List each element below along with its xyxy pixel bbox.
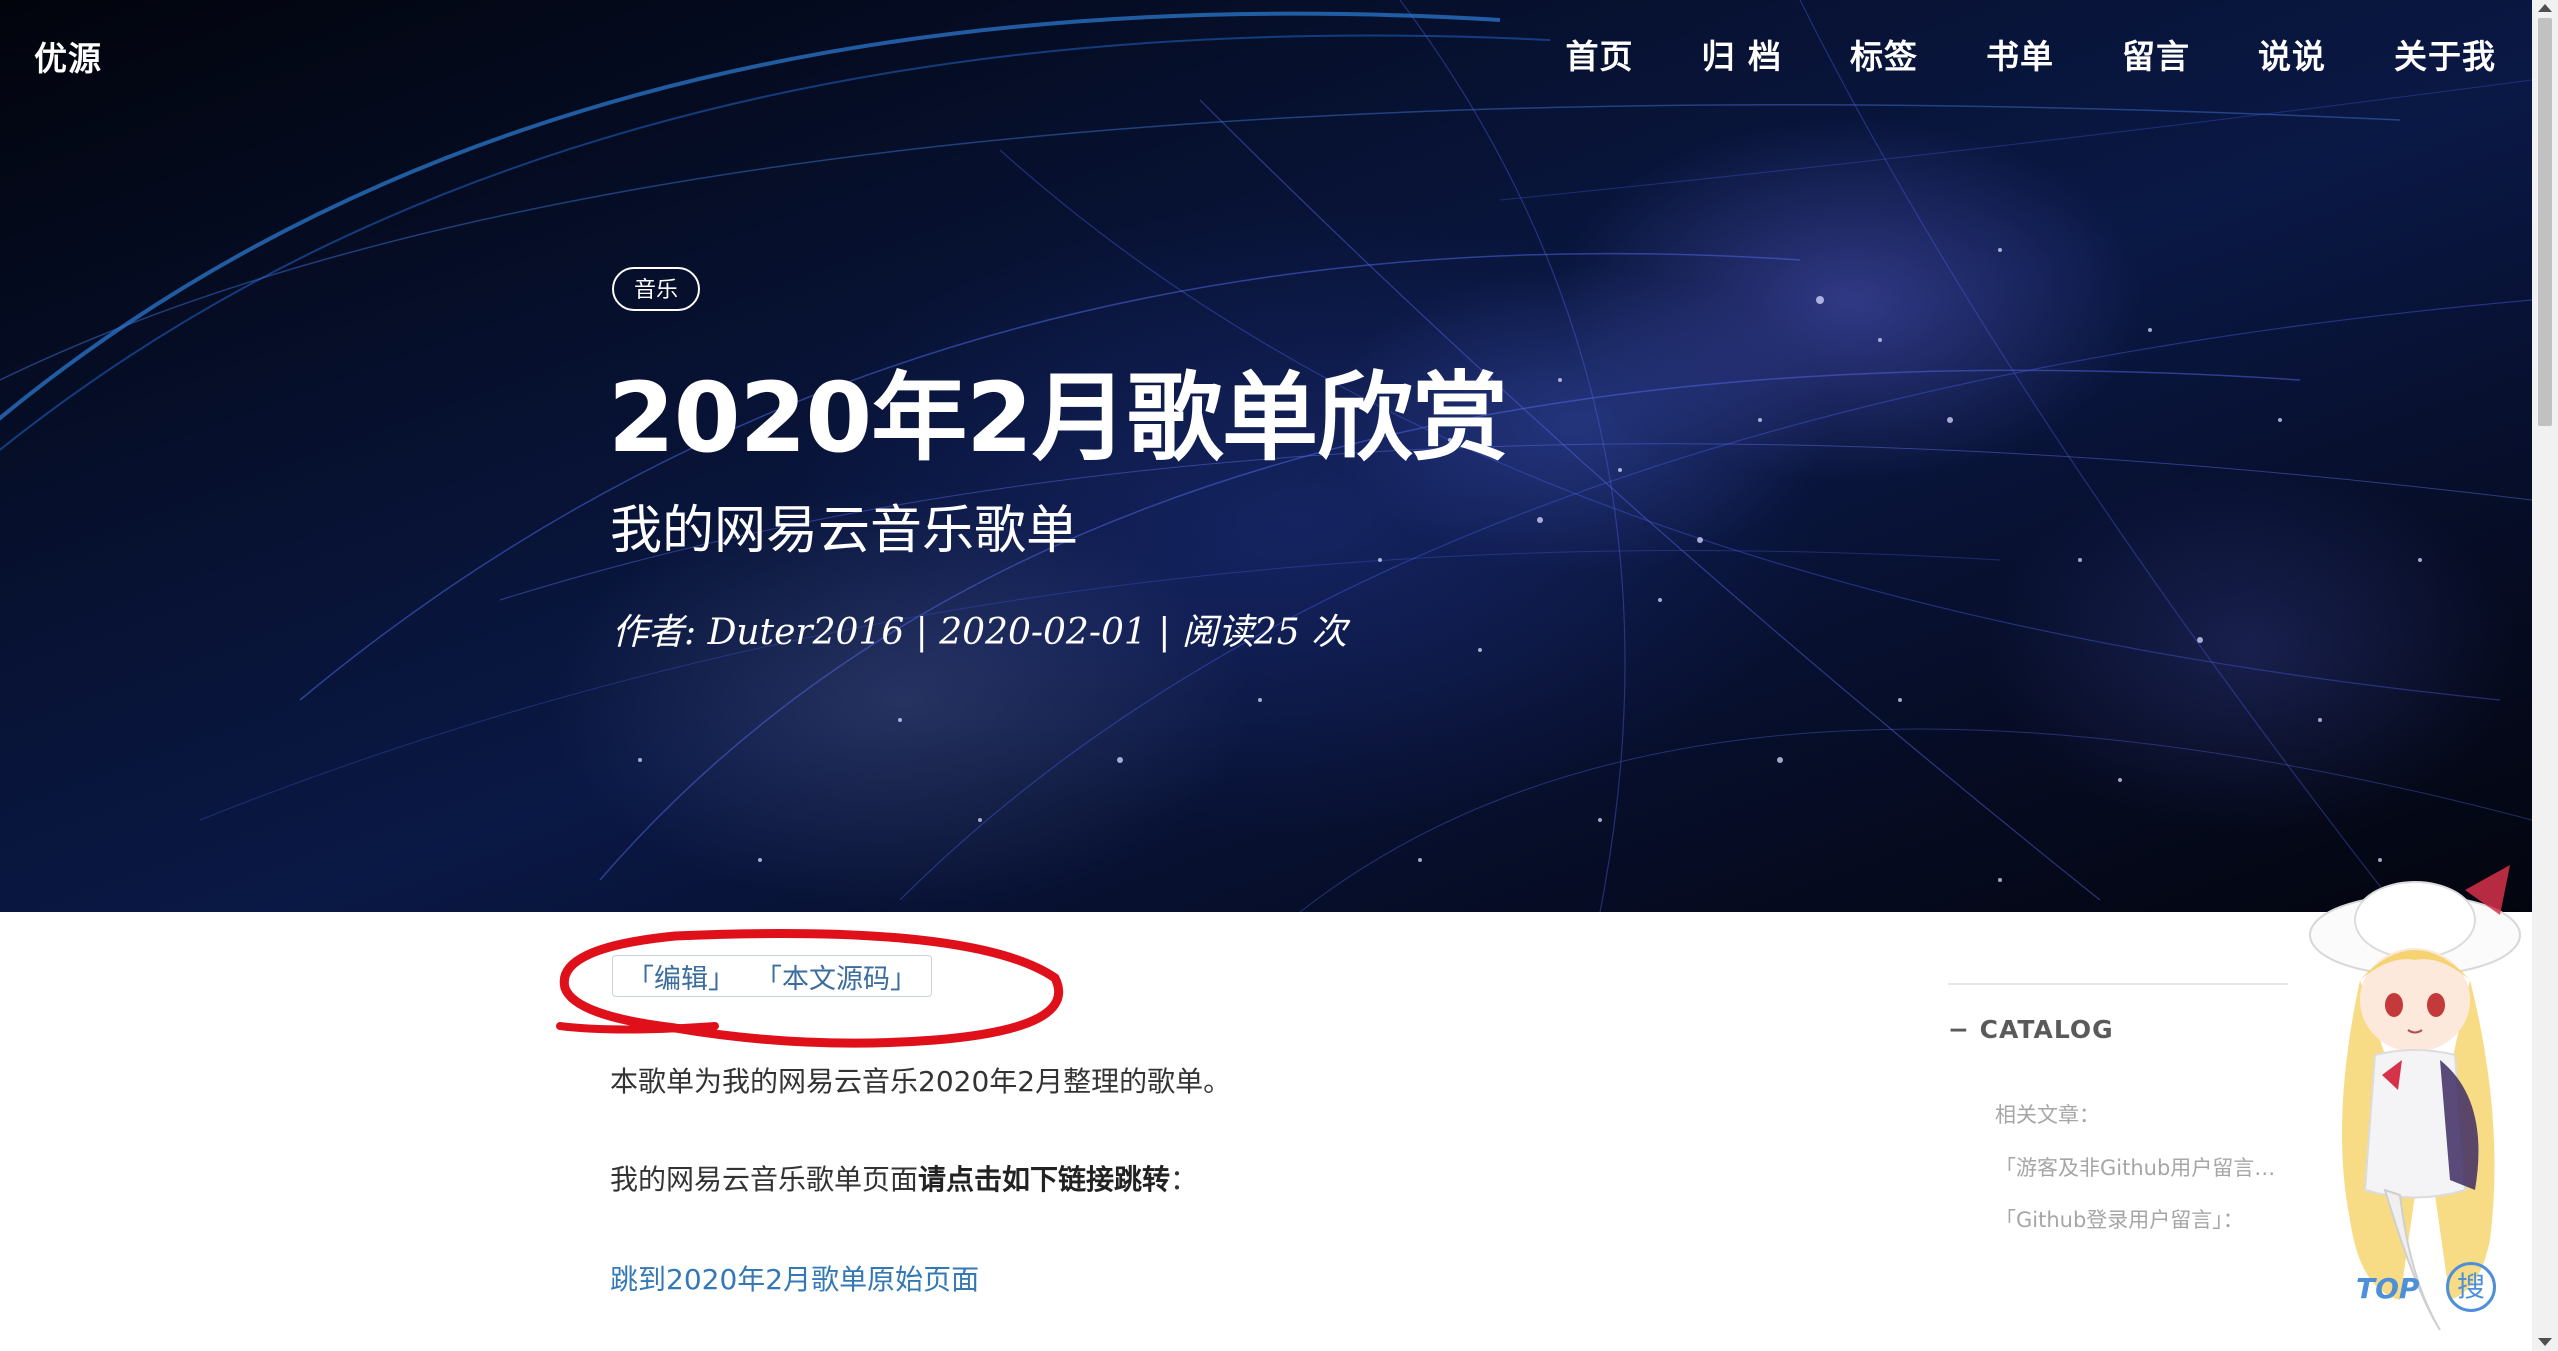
catalog-item[interactable]: 「游客及非Github用户留言… (1995, 1152, 2275, 1182)
catalog-title: CATALOG (1979, 1015, 2114, 1044)
post-title: 2020年2月歌单欣赏 (608, 362, 1508, 474)
paragraph-colon: ： (1170, 1163, 1199, 1196)
main-nav: 首页 归 档 标签 书单 留言 说说 关于我 (1498, 30, 2497, 78)
nav-item-talks[interactable]: 说说 (2258, 30, 2326, 78)
post-meta: 作者: Duter2016 | 2020-02-01 | 阅读25 次 (612, 612, 1348, 653)
hero-banner: 优源 首页 归 档 标签 书单 留言 说说 关于我 音乐 2020年2月歌单欣赏… (0, 0, 2532, 912)
scroll-up-arrow-icon[interactable] (2538, 4, 2552, 12)
catalog-item[interactable]: 相关文章： (1995, 1099, 2100, 1129)
search-icon[interactable]: 搜 (2446, 1262, 2496, 1312)
nav-item-tags[interactable]: 标签 (1850, 30, 1918, 78)
nav-item-books[interactable]: 书单 (1986, 30, 2054, 78)
catalog-header[interactable]: − CATALOG (1948, 1015, 2114, 1044)
post-tag[interactable]: 音乐 (612, 267, 701, 311)
scroll-down-arrow-icon[interactable] (2538, 1338, 2552, 1346)
article-paragraph-2: 我的网易云音乐歌单页面请点击如下链接跳转： (610, 1158, 1198, 1198)
red-annotation-circle (556, 929, 1064, 1048)
nav-item-archive[interactable]: 归 档 (1702, 30, 1783, 78)
site-brand[interactable]: 优源 (34, 32, 102, 80)
post-subtitle: 我的网易云音乐歌单 (610, 501, 1079, 561)
paragraph-bold-text: 请点击如下链接跳转 (918, 1163, 1171, 1196)
page-scrollbar[interactable] (2532, 0, 2558, 1351)
nav-item-guestbook[interactable]: 留言 (2122, 30, 2190, 78)
catalog-divider (1948, 983, 2288, 985)
collapse-icon[interactable]: − (1948, 1015, 1970, 1044)
nav-item-about[interactable]: 关于我 (2394, 30, 2496, 78)
article-paragraph-1: 本歌单为我的网易云音乐2020年2月整理的歌单。 (610, 1065, 1232, 1098)
back-to-top-button[interactable]: TOP (2356, 1272, 2419, 1305)
scrollbar-thumb[interactable] (2538, 18, 2552, 426)
paragraph-text: 我的网易云音乐歌单页面 (610, 1163, 919, 1196)
playlist-link[interactable]: 跳到2020年2月歌单原始页面 (610, 1258, 979, 1298)
catalog-item[interactable]: 「Github登录用户留言」： (1995, 1204, 2244, 1234)
nav-item-home[interactable]: 首页 (1566, 30, 1634, 78)
